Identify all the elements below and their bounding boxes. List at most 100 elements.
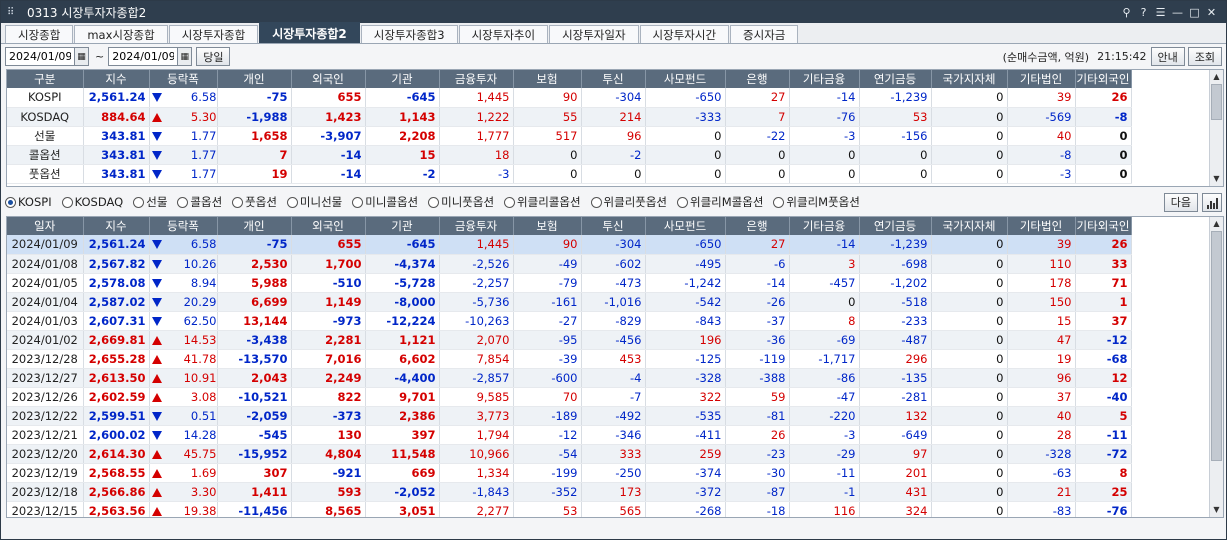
summary-header-0[interactable]: 구분 (7, 70, 84, 88)
summary-header-9[interactable]: 사모펀드 (645, 70, 726, 88)
summary-header-2[interactable]: 등락폭 (149, 70, 218, 88)
summary-header-14[interactable]: 기타법인 (1007, 70, 1076, 88)
history-header-2[interactable]: 등락폭 (149, 217, 218, 235)
history-header-13[interactable]: 국가지자체 (931, 217, 1008, 235)
history-header-1[interactable]: 지수 (83, 217, 150, 235)
summary-header-8[interactable]: 투신 (581, 70, 646, 88)
scroll-thumb[interactable] (1211, 84, 1222, 120)
radio-3[interactable]: 콜옵션 (177, 194, 222, 210)
radio-11[interactable]: 위클리M풋옵션 (773, 194, 860, 210)
summary-header-7[interactable]: 보험 (513, 70, 582, 88)
today-button[interactable]: 당일 (196, 47, 231, 66)
history-row[interactable]: 2024/01/09 2,561.24 6.58 -75 655 -645 1,445 90-… (7, 235, 1132, 255)
history-row[interactable]: 2023/12/18 2,566.86 3.30 1,411 593 -2,052 -1,8… (7, 482, 1132, 502)
history-header-9[interactable]: 사모펀드 (645, 217, 726, 235)
radio-dot-icon[interactable] (352, 196, 364, 208)
history-row[interactable]: 2024/01/04 2,587.02 20.29 6,699 1,149 -8,000-… (7, 292, 1132, 312)
date-to-input[interactable] (108, 47, 179, 66)
tab-0[interactable]: 시장종합 (5, 25, 74, 43)
close-icon[interactable]: ✕ (1203, 6, 1220, 19)
history-row[interactable]: 2024/01/05 2,578.08 8.94 5,988 -510 -5,728 -2,… (7, 273, 1132, 293)
history-header-0[interactable]: 일자 (7, 217, 84, 235)
history-row[interactable]: 2023/12/19 2,568.55 1.69 307 -921 669 1,334 -19… (7, 463, 1132, 483)
search-button[interactable]: 조회 (1187, 47, 1222, 66)
radio-dot-icon[interactable] (5, 196, 16, 208)
summary-header-3[interactable]: 개인 (217, 70, 292, 88)
history-header-8[interactable]: 투신 (581, 217, 646, 235)
scroll-up-icon[interactable]: ▲ (1210, 70, 1223, 84)
radio-5[interactable]: 미니선물 (286, 194, 342, 210)
radio-6[interactable]: 미니콜옵션 (352, 194, 418, 210)
history-header-3[interactable]: 개인 (217, 217, 292, 235)
radio-7[interactable]: 미니풋옵션 (428, 194, 494, 210)
summary-scrollbar[interactable]: ▲ ▼ (1209, 70, 1223, 186)
chart-icon[interactable] (1202, 192, 1222, 212)
history-header-6[interactable]: 금융투자 (439, 217, 514, 235)
radio-dot-icon[interactable] (773, 196, 785, 208)
radio-4[interactable]: 풋옵션 (232, 194, 277, 210)
summary-row[interactable]: KOSPI 2,561.24 6.58 -75 655 -645 1,445 90 -304 -6… (7, 88, 1132, 108)
scroll-down-icon[interactable]: ▼ (1210, 503, 1223, 517)
summary-header-11[interactable]: 기타금융 (789, 70, 860, 88)
history-header-5[interactable]: 기관 (365, 217, 440, 235)
radio-0[interactable]: KOSPI (5, 195, 52, 209)
scroll-up-icon[interactable]: ▲ (1210, 217, 1223, 231)
tab-8[interactable]: 증시자금 (730, 25, 799, 43)
history-header-7[interactable]: 보험 (513, 217, 582, 235)
summary-row[interactable]: 콜옵션 343.81 1.77 7 -14 15 18 0 -2 0 0 0 0 0 -8 0 (7, 145, 1132, 165)
history-header-14[interactable]: 기타법인 (1007, 217, 1076, 235)
summary-row[interactable]: 풋옵션 343.81 1.77 19 -14 -2 -3 0 0 0 0 0 0 0 -3 0 (7, 164, 1132, 184)
calendar-icon[interactable]: ▦ (178, 47, 193, 66)
radio-10[interactable]: 위클리M콜옵션 (677, 194, 763, 210)
summary-header-12[interactable]: 연기금등 (859, 70, 932, 88)
radio-dot-icon[interactable] (590, 196, 602, 208)
radio-dot-icon[interactable] (232, 196, 244, 208)
tab-7[interactable]: 시장투자시간 (639, 25, 730, 43)
calendar-icon[interactable]: ▦ (75, 47, 89, 66)
history-scrollbar[interactable]: ▲ ▼ (1209, 217, 1223, 517)
summary-header-5[interactable]: 기관 (365, 70, 440, 88)
radio-dot-icon[interactable] (133, 196, 145, 208)
summary-row[interactable]: 선물 343.81 1.77 1,658 -3,907 2,208 1,777 517 96 0-… (7, 126, 1132, 146)
summary-row[interactable]: KOSDAQ 884.64 5.30 -1,988 1,423 1,143 1,222 55 2… (7, 107, 1132, 127)
summary-header-13[interactable]: 국가지자체 (931, 70, 1008, 88)
tab-6[interactable]: 시장투자일자 (549, 25, 639, 43)
radio-2[interactable]: 선물 (133, 194, 167, 210)
next-button[interactable]: 다음 (1163, 192, 1198, 212)
tab-3[interactable]: 시장투자종합2 (259, 22, 360, 43)
scroll-thumb[interactable] (1211, 231, 1222, 461)
tab-2[interactable]: 시장투자종합 (168, 25, 259, 43)
maximize-icon[interactable]: □ (1186, 6, 1203, 19)
history-row[interactable]: 2024/01/02 2,669.81 14.53 -3,438 2,281 1,121 2… (7, 330, 1132, 350)
radio-dot-icon[interactable] (286, 196, 298, 208)
summary-header-4[interactable]: 외국인 (291, 70, 366, 88)
radio-dot-icon[interactable] (504, 196, 516, 208)
history-row[interactable]: 2024/01/03 2,607.31 62.50 13,144 -973 -12,224… (7, 311, 1132, 331)
history-row[interactable]: 2023/12/21 2,600.02 14.28 -545 130 397 1,794 -1… (7, 425, 1132, 445)
history-header-4[interactable]: 외국인 (291, 217, 366, 235)
tab-1[interactable]: max시장종합 (74, 25, 168, 43)
history-header-10[interactable]: 은행 (725, 217, 790, 235)
tab-5[interactable]: 시장투자추이 (458, 25, 549, 43)
history-row[interactable]: 2023/12/15 2,563.56 19.38 -11,456 8,565 3,051… (7, 501, 1132, 517)
pin-icon[interactable]: ⚲ (1118, 6, 1135, 19)
guide-button[interactable]: 안내 (1150, 47, 1185, 66)
history-header-12[interactable]: 연기금등 (859, 217, 932, 235)
history-row[interactable]: 2023/12/20 2,614.30 45.75 -15,952 4,804 11,54… (7, 444, 1132, 464)
menu-icon[interactable]: ☰ (1152, 6, 1169, 19)
history-row[interactable]: 2023/12/22 2,599.51 0.51 -2,059 -373 2,386 3,7… (7, 406, 1132, 426)
radio-dot-icon[interactable] (428, 196, 440, 208)
radio-dot-icon[interactable] (677, 196, 689, 208)
scroll-down-icon[interactable]: ▼ (1210, 172, 1223, 186)
summary-header-15[interactable]: 기타외국인 (1075, 70, 1132, 88)
tab-4[interactable]: 시장투자종합3 (360, 25, 458, 43)
summary-header-1[interactable]: 지수 (83, 70, 150, 88)
summary-header-10[interactable]: 은행 (725, 70, 790, 88)
radio-8[interactable]: 위클리콜옵션 (504, 194, 581, 210)
summary-header-6[interactable]: 금융투자 (439, 70, 514, 88)
radio-dot-icon[interactable] (177, 196, 189, 208)
history-row[interactable]: 2024/01/08 2,567.82 10.26 2,530 1,700 -4,374-… (7, 254, 1132, 274)
minimize-icon[interactable]: — (1169, 6, 1186, 19)
date-from-input[interactable] (5, 47, 75, 66)
radio-1[interactable]: KOSDAQ (61, 195, 123, 209)
